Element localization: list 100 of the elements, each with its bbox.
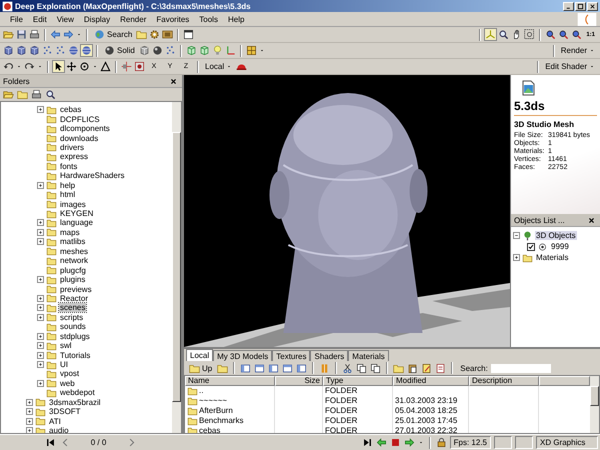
menu-item[interactable]: Render	[115, 14, 152, 24]
gear-icon[interactable]	[149, 29, 160, 40]
triangle-icon[interactable]	[100, 61, 111, 72]
table-cell[interactable]: Benchmarks	[199, 416, 244, 426]
move-icon[interactable]	[66, 61, 77, 72]
tree-item[interactable]: 9999	[550, 242, 570, 251]
menu-item[interactable]: Edit	[28, 14, 52, 24]
table-cell[interactable]: AfterBurn	[199, 406, 233, 416]
folder-item[interactable]: maps	[59, 228, 81, 237]
cube-icon[interactable]	[198, 45, 210, 56]
expand-toggle[interactable]	[37, 228, 44, 236]
menu-item[interactable]: View	[52, 14, 79, 24]
folder-item[interactable]: ATI	[48, 416, 62, 426]
back-arrow-icon[interactable]	[50, 29, 61, 40]
rotate-icon[interactable]	[79, 61, 90, 72]
redo-icon[interactable]	[24, 61, 35, 72]
zoom-icon[interactable]	[498, 29, 510, 40]
zoom-in-icon[interactable]	[545, 29, 556, 40]
scrollbar[interactable]	[172, 102, 181, 433]
expand-toggle[interactable]	[513, 232, 520, 239]
folder-item[interactable]: downloads	[59, 134, 100, 143]
folder-item[interactable]: swl	[59, 341, 73, 350]
expand-toggle[interactable]	[37, 238, 44, 246]
tab[interactable]: My 3D Models	[213, 350, 272, 361]
point-cloud-icon[interactable]	[164, 45, 176, 56]
folder-item[interactable]: web	[59, 378, 76, 388]
folder-icon[interactable]	[3, 89, 14, 100]
expand-toggle[interactable]	[37, 314, 44, 321]
back-arrow-icon[interactable]	[376, 437, 387, 448]
copy-icon[interactable]	[356, 362, 368, 374]
cube-icon[interactable]	[29, 45, 40, 56]
tab[interactable]: Shaders	[310, 350, 348, 361]
cube-icon[interactable]	[3, 45, 14, 56]
maximize-button[interactable]	[575, 2, 586, 10]
expand-toggle[interactable]	[37, 294, 44, 302]
layout-icon[interactable]	[240, 362, 252, 374]
column-header[interactable]: Modified	[393, 376, 469, 386]
folder-item[interactable]: language	[59, 218, 94, 228]
folder-item[interactable]: KEYGEN	[59, 209, 94, 218]
menu-item[interactable]: Favorites	[151, 14, 194, 24]
column-header[interactable]: Size	[275, 376, 323, 386]
skip-start-icon[interactable]	[44, 437, 56, 448]
menu-item[interactable]: Help	[222, 14, 250, 24]
folder-item[interactable]: drivers	[59, 142, 86, 152]
tab[interactable]: Materials	[348, 350, 389, 361]
sphere-icon[interactable]	[81, 45, 92, 56]
layout-icon[interactable]	[254, 362, 266, 374]
cube-icon[interactable]	[138, 45, 150, 56]
expand-toggle[interactable]	[37, 342, 44, 350]
table-cell[interactable]: ~~~~~~	[199, 396, 228, 406]
sphere-icon[interactable]	[152, 45, 163, 56]
drum-icon[interactable]	[68, 45, 79, 56]
folder-item[interactable]: images	[59, 200, 87, 209]
close-button[interactable]	[587, 2, 598, 10]
stop-icon[interactable]	[390, 437, 401, 448]
column-header[interactable]: Description	[469, 376, 539, 386]
expand-toggle[interactable]	[26, 408, 33, 416]
folder-item[interactable]: Tutorials	[59, 350, 92, 360]
column-header[interactable]: Type	[323, 376, 393, 386]
folder-item[interactable]: help	[59, 180, 76, 190]
table-cell[interactable]: ..	[199, 386, 204, 396]
printer-icon[interactable]	[29, 29, 40, 40]
printer-icon[interactable]	[31, 89, 42, 100]
clipboard-icon[interactable]	[407, 362, 418, 374]
column-header[interactable]: Name	[185, 376, 275, 386]
folder-item[interactable]: meshes	[59, 246, 90, 256]
search-icon[interactable]	[45, 89, 56, 100]
cube-icon[interactable]	[16, 45, 27, 56]
zoom-fit-icon[interactable]	[571, 29, 582, 40]
menu-item[interactable]: File	[5, 14, 28, 24]
zoom-box-icon[interactable]	[524, 29, 536, 40]
crosshair-icon[interactable]	[121, 61, 132, 72]
checkbox[interactable]	[527, 242, 535, 250]
expand-toggle[interactable]	[37, 276, 44, 284]
tree-item[interactable]: Materials	[535, 253, 570, 262]
render-dropdown[interactable]: Render	[558, 44, 597, 57]
folder-item[interactable]: 3DSOFT	[48, 407, 82, 416]
menu-item[interactable]: Tools	[194, 14, 223, 24]
folder-item[interactable]: html	[59, 190, 76, 200]
folder-item[interactable]: 3dsmax5brazil	[48, 398, 102, 407]
folder-item[interactable]: previews	[59, 284, 93, 294]
copy-icon[interactable]	[370, 362, 382, 374]
notepad-icon[interactable]	[421, 362, 432, 374]
search-field[interactable]	[490, 364, 551, 372]
expand-toggle[interactable]	[26, 418, 33, 425]
expand-toggle[interactable]	[513, 254, 520, 261]
minimize-button[interactable]	[563, 2, 574, 10]
document-icon[interactable]	[435, 362, 446, 374]
expand-toggle[interactable]	[26, 398, 33, 406]
expand-toggle[interactable]	[37, 106, 44, 114]
expand-toggle[interactable]	[37, 182, 44, 189]
expand-toggle[interactable]	[37, 361, 44, 368]
folder-item[interactable]: dlcomponents	[59, 124, 111, 134]
folder-open-icon[interactable]	[3, 29, 14, 40]
edit-shader-dropdown[interactable]: Edit Shader	[543, 60, 597, 73]
folder-item[interactable]: network	[59, 256, 90, 266]
cut-icon[interactable]	[342, 362, 354, 374]
folder-item[interactable]: vpost	[59, 369, 80, 378]
expand-toggle[interactable]	[37, 219, 44, 226]
folder-item[interactable]: cebas	[59, 105, 82, 114]
